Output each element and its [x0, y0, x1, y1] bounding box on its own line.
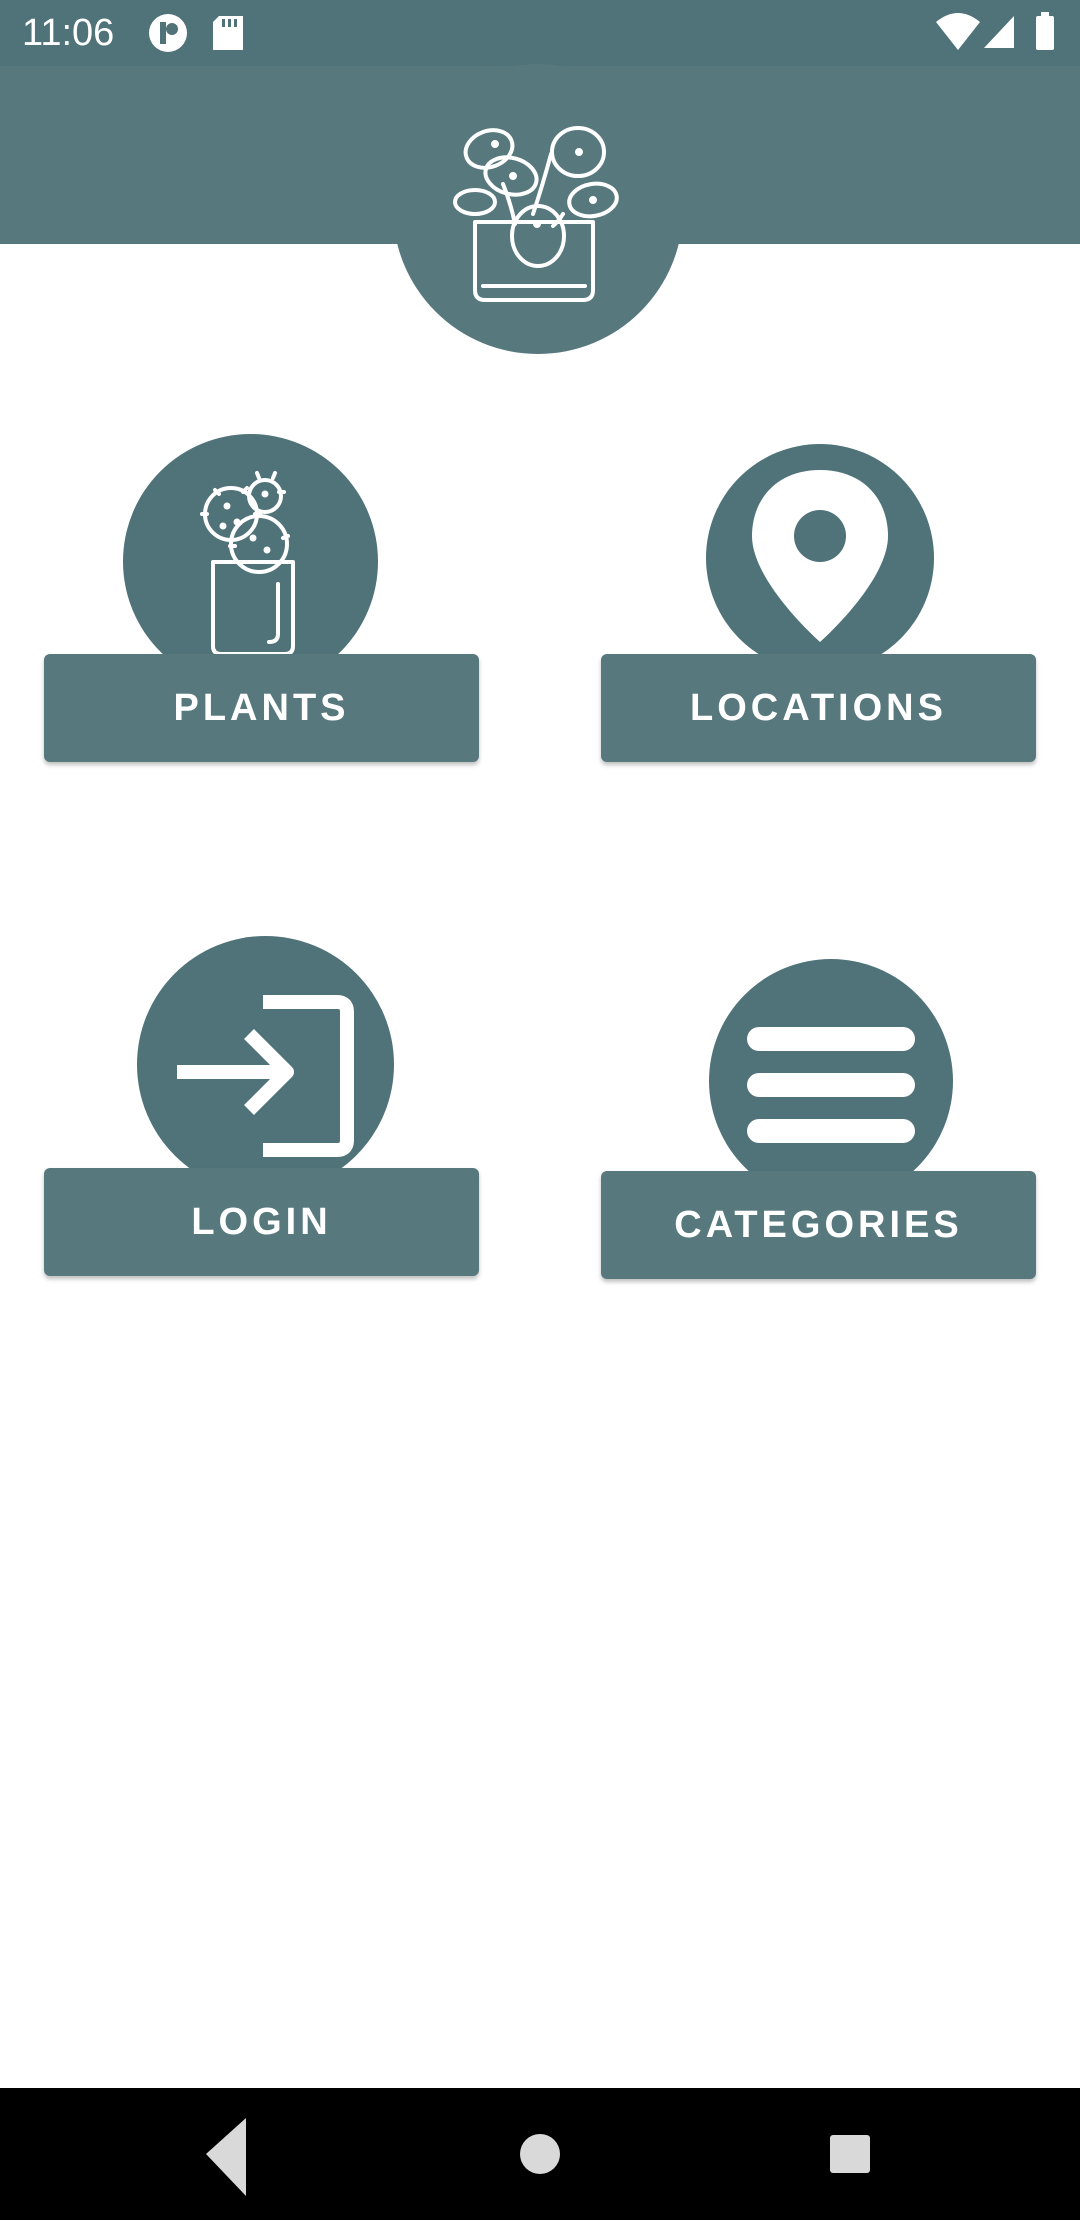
location-pin-icon: [752, 470, 888, 642]
cactus-pot-icon: [200, 471, 295, 656]
logo-badge: [393, 64, 683, 354]
battery-icon: [1036, 12, 1054, 50]
categories-tile-circle[interactable]: [709, 959, 953, 1203]
status-bar: 11:06: [0, 0, 1080, 66]
login-tile-circle[interactable]: [137, 936, 394, 1193]
categories-button[interactable]: CATEGORIES: [601, 1171, 1036, 1279]
navigation-bar: [0, 2088, 1080, 2220]
plants-tile-circle[interactable]: [123, 434, 378, 689]
potted-plant-icon: [453, 126, 619, 302]
locations-button[interactable]: LOCATIONS: [601, 654, 1036, 762]
plants-button[interactable]: PLANTS: [44, 654, 479, 762]
locations-tile-circle[interactable]: [706, 444, 934, 672]
login-button[interactable]: LOGIN: [44, 1168, 479, 1276]
login-icon: [177, 995, 354, 1157]
menu-lines-icon: [747, 1027, 915, 1143]
recents-icon[interactable]: [0, 2088, 1080, 2220]
